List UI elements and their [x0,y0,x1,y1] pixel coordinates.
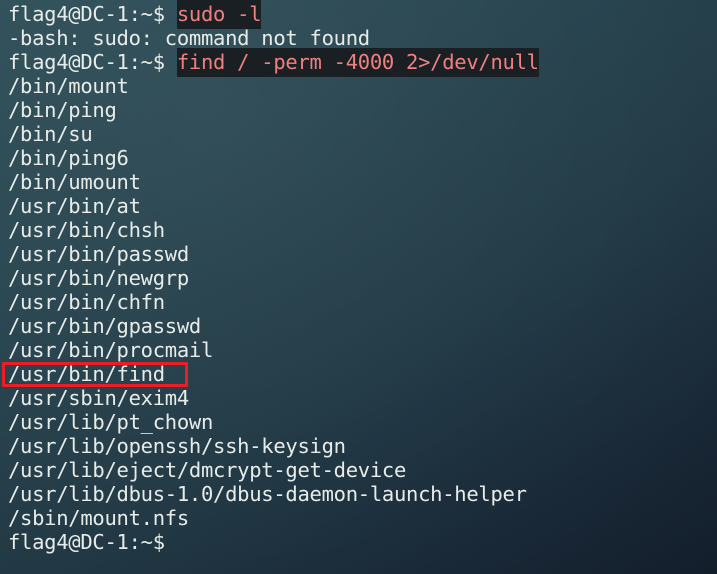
terminal-line: /usr/lib/dbus-1.0/dbus-daemon-launch-hel… [8,482,717,506]
shell-prompt: flag4@DC-1:~$ [8,530,165,554]
output-line: /usr/lib/openssh/ssh-keysign [8,434,346,458]
terminal-line: flag4@DC-1:~$ find / -perm -4000 2>/dev/… [8,48,717,77]
typed-command[interactable]: find / -perm -4000 2>/dev/null [176,48,539,77]
terminal-line: /usr/lib/openssh/ssh-keysign [8,434,717,458]
terminal-line: flag4@DC-1:~$ sudo -l [8,0,717,29]
output-line: /bin/su [8,122,93,146]
terminal-line: /usr/bin/chsh [8,218,717,242]
output-line: /usr/lib/dbus-1.0/dbus-daemon-launch-hel… [8,482,527,506]
output-line: /bin/ping [8,98,117,122]
terminal-line: /bin/su [8,122,717,146]
terminal-line: /bin/ping [8,98,717,122]
terminal-line: /usr/bin/procmail [8,338,717,362]
output-line: /usr/lib/pt_chown [8,410,214,434]
terminal-line: /sbin/mount.nfs [8,506,717,530]
terminal-line: /usr/lib/eject/dmcrypt-get-device [8,458,717,482]
output-line: /usr/bin/passwd [8,242,189,266]
output-line-find: /usr/bin/find [8,362,165,386]
terminal-line: /bin/ping6 [8,146,717,170]
terminal-line: /usr/bin/passwd [8,242,717,266]
terminal-line: /usr/lib/pt_chown [8,410,717,434]
terminal-line: /usr/bin/newgrp [8,266,717,290]
terminal-line: /usr/bin/at [8,194,717,218]
output-line: /usr/bin/gpasswd [8,314,201,338]
output-line: /usr/bin/chfn [8,290,165,314]
output-line: /bin/mount [8,74,129,98]
output-line: /sbin/mount.nfs [8,506,189,530]
typed-command[interactable]: sudo -l [176,0,262,29]
output-line: /usr/bin/newgrp [8,266,189,290]
terminal-line: flag4@DC-1:~$ [8,530,717,554]
output-line: /usr/sbin/exim4 [8,386,189,410]
terminal-line: -bash: sudo: command not found [8,26,717,50]
shell-prompt: flag4@DC-1:~$ [8,50,177,74]
output-line: /usr/bin/chsh [8,218,165,242]
terminal-line: /bin/mount [8,74,717,98]
terminal-line: /usr/sbin/exim4 [8,386,717,410]
terminal-output-area[interactable]: flag4@DC-1:~$ sudo -l -bash: sudo: comman… [0,0,717,554]
terminal-line: /usr/bin/gpasswd [8,314,717,338]
terminal-line: /bin/umount [8,170,717,194]
output-line: /usr/bin/at [8,194,141,218]
terminal-line: /usr/bin/chfn [8,290,717,314]
output-line: /bin/ping6 [8,146,129,170]
terminal-window[interactable]: flag4@DC-1:~$ sudo -l -bash: sudo: comman… [0,0,717,574]
shell-prompt: flag4@DC-1:~$ [8,2,177,26]
terminal-line: /usr/bin/find [8,362,717,386]
output-line: /usr/bin/procmail [8,338,214,362]
output-line: /bin/umount [8,170,141,194]
output-line: -bash: sudo: command not found [8,26,370,50]
output-line: /usr/lib/eject/dmcrypt-get-device [8,458,407,482]
